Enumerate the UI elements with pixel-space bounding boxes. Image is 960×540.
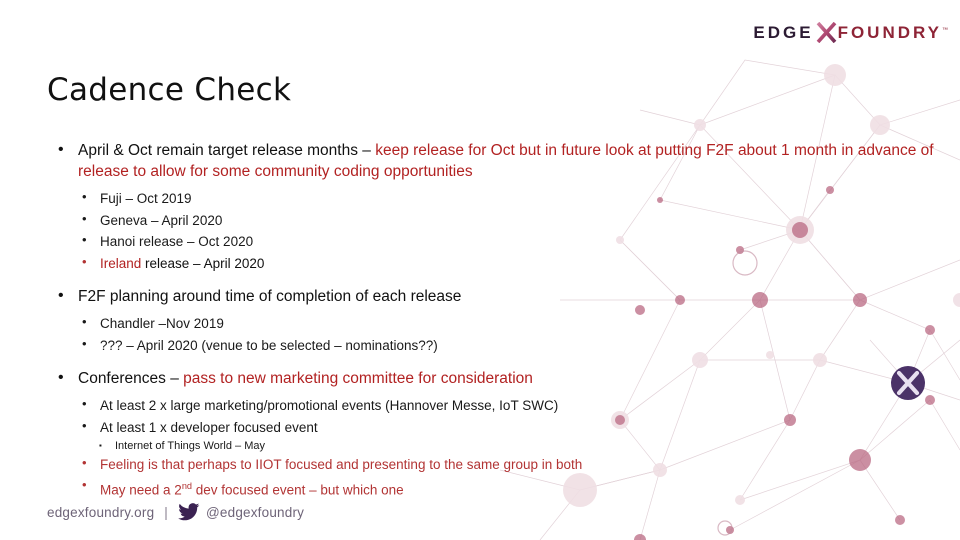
footer-website-link[interactable]: edgexfoundry.org [47,505,154,520]
page-title: Cadence Check [47,72,292,108]
logo-text-foundry: FOUNDRY™ [838,24,948,41]
list-item-feeling-iiot: Feeling is that perhaps to IIOT focused … [78,452,940,476]
second-dev-superscript: nd [181,480,193,491]
bullet2-text: F2F planning around time of completion o… [78,288,462,305]
footer-separator: | [164,504,168,520]
bullet3-black-text: Conferences – [78,370,184,387]
slide-canvas: EDGE FOUNDRY™ Cadence Check April & Oct … [0,0,960,540]
bullet3-red-text: pass to new marketing committee for cons… [183,370,533,387]
list-item-release-hanoi: Hanoi release – Oct 2020 [78,229,940,253]
list-item-iot-world: Internet of Things World – May [95,438,940,454]
bullet-f2f-planning: F2F planning around time of completion o… [50,285,940,307]
edgexfoundry-logo: EDGE FOUNDRY™ [748,18,948,46]
list-item-f2f-tbd: ??? – April 2020 (venue to be selected –… [78,333,940,357]
twitter-bird-icon[interactable] [178,503,200,521]
bullet1-black-text: April & Oct remain target release months… [78,142,376,159]
second-dev-after: dev focused event – but which one [192,482,404,497]
list-item-second-dev-event: May need a 2nd dev focused event – but w… [78,474,940,501]
logo-trademark: ™ [942,26,948,33]
slide-body: April & Oct remain target release months… [0,139,940,501]
list-item-f2f-chandler: Chandler –Nov 2019 [78,311,940,335]
list-item-release-fuji: Fuji – Oct 2019 [78,186,940,210]
list-item-conference-dev: At least 1 x developer focused event [78,415,940,439]
logo-text-edge: EDGE [753,22,814,42]
release-text: release – April 2020 [141,255,265,271]
second-dev-before: May need a 2 [100,482,182,497]
bullet-conferences: Conferences – pass to new marketing comm… [50,367,940,389]
footer-twitter-handle[interactable]: @edgexfoundry [206,505,304,520]
list-item-release-ireland: Ireland release – April 2020 [78,251,940,275]
list-item-release-geneva: Geneva – April 2020 [78,208,940,232]
list-item-conference-large: At least 2 x large marketing/promotional… [78,393,940,417]
footer: edgexfoundry.org | @edgexfoundry [47,503,304,521]
x-logo-icon [816,21,837,43]
release-name-highlight: Ireland [100,255,142,271]
release-text: Hanoi release – Oct 2020 [100,234,254,249]
bullet-release-months: April & Oct remain target release months… [50,139,940,182]
release-text: Geneva – April 2020 [100,212,223,228]
release-text: Fuji – Oct 2019 [100,191,192,206]
logo-foundry-word: FOUNDRY [837,22,942,42]
